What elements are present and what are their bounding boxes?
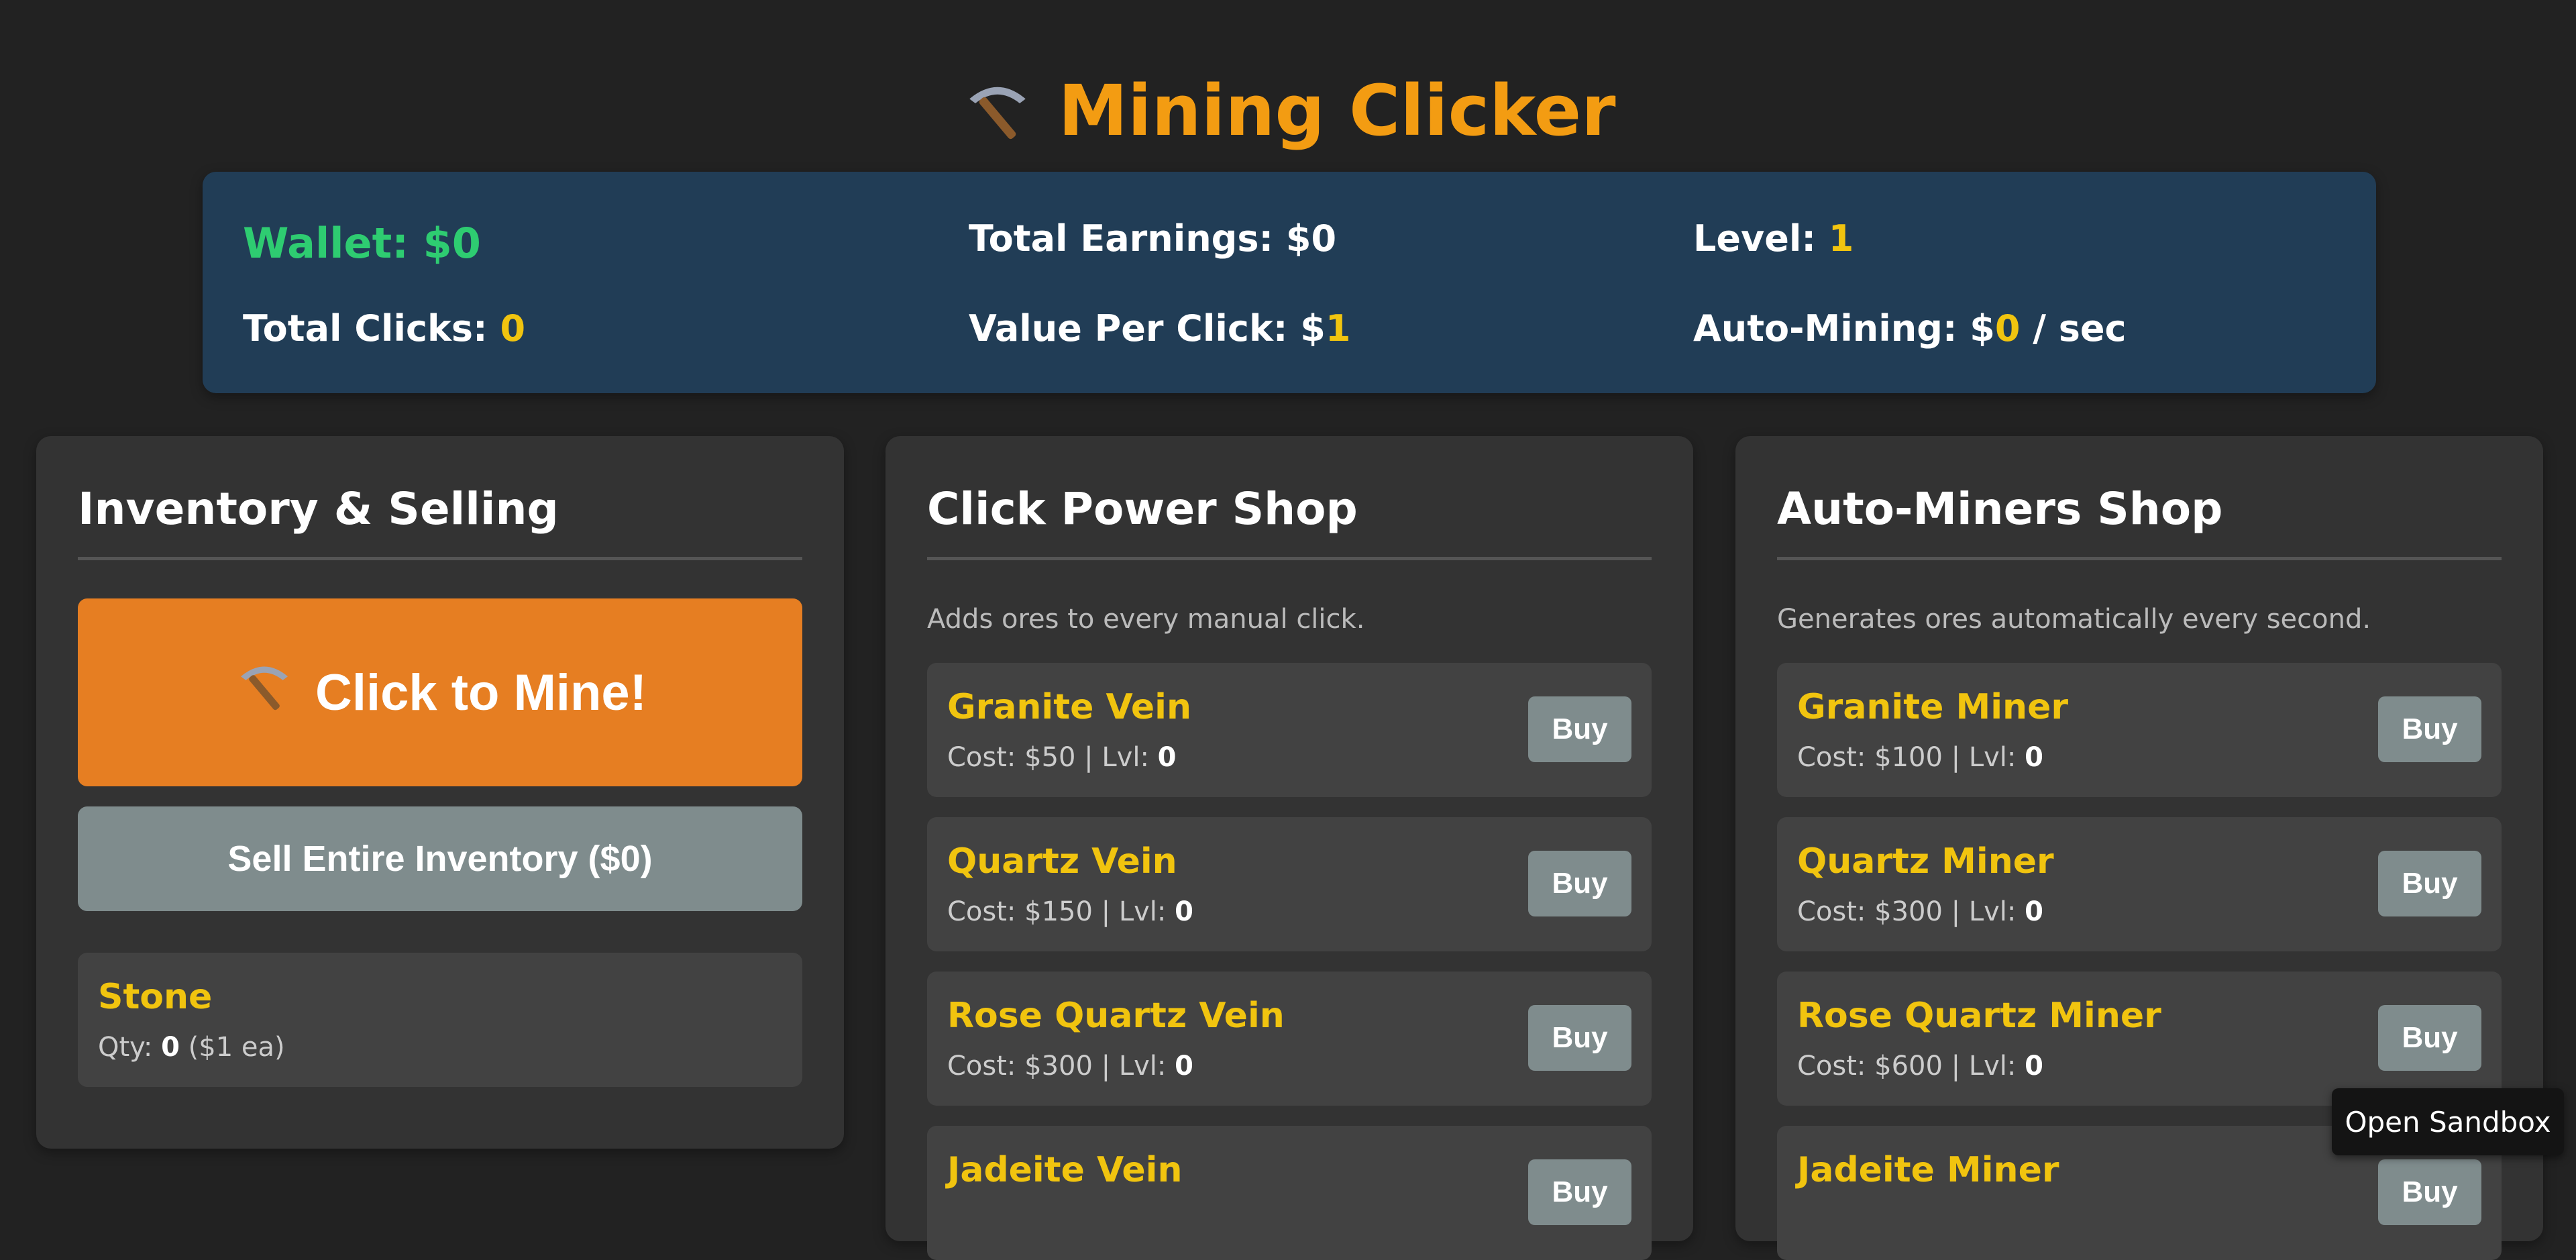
item-cost: Cost: $100 | Lvl: 0 xyxy=(1797,742,2043,773)
auto-shop-divider xyxy=(1777,557,2502,560)
mine-button-label: Click to Mine! xyxy=(315,664,647,721)
ore-qty-value: 0 xyxy=(161,1032,180,1063)
inventory-ore-card: Stone Qty: 0 ($1 ea) xyxy=(78,953,802,1087)
shop-item-quartz-vein: Quartz Vein Cost: $150 | Lvl: 0 Buy xyxy=(927,817,1652,951)
item-level: 0 xyxy=(2025,1051,2043,1082)
shop-item-quartz-miner: Quartz Miner Cost: $300 | Lvl: 0 Buy xyxy=(1777,817,2502,951)
item-cost: Cost: $300 | Lvl: 0 xyxy=(947,1051,1193,1082)
shop-item-rose-quartz-miner: Rose Quartz Miner Cost: $600 | Lvl: 0 Bu… xyxy=(1777,972,2502,1106)
buy-button[interactable]: Buy xyxy=(1528,1005,1631,1071)
inventory-panel: Inventory & Selling Click to Mine! Sell … xyxy=(36,436,844,1149)
total-earnings-stat: Total Earnings: $0 xyxy=(969,217,1336,260)
total-clicks-label: Total Clicks: xyxy=(243,307,500,350)
app-title: Mining Clicker xyxy=(1058,70,1616,152)
item-name: Granite Miner xyxy=(1797,687,2068,727)
buy-button[interactable]: Buy xyxy=(1528,696,1631,762)
auto-mining-stat: Auto-Mining: $0 / sec xyxy=(1693,307,2127,350)
item-cost-text: Cost: $50 | Lvl: xyxy=(947,742,1158,773)
shop-item-rose-quartz-vein: Rose Quartz Vein Cost: $300 | Lvl: 0 Buy xyxy=(927,972,1652,1106)
level-value: 1 xyxy=(1828,217,1854,260)
item-level: 0 xyxy=(1175,1051,1193,1082)
click-shop-title: Click Power Shop xyxy=(927,483,1358,535)
item-level: 0 xyxy=(1175,896,1193,927)
wallet-value: 0 xyxy=(451,219,481,268)
item-cost: Cost: $150 | Lvl: 0 xyxy=(947,896,1193,927)
ore-qty-label: Qty: xyxy=(98,1032,162,1063)
inventory-divider xyxy=(78,557,802,560)
click-shop-description: Adds ores to every manual click. xyxy=(927,604,1365,635)
wallet-stat: Wallet: $0 xyxy=(243,219,481,268)
value-per-click-value: 1 xyxy=(1325,307,1351,350)
total-earnings-label: Total Earnings: $ xyxy=(969,217,1311,260)
shop-item-jadeite-vein: Jadeite Vein Buy xyxy=(927,1126,1652,1260)
item-cost-text: Cost: $600 | Lvl: xyxy=(1797,1051,2025,1082)
open-sandbox-button[interactable]: Open Sandbox xyxy=(2332,1088,2564,1155)
item-cost-text: Cost: $150 | Lvl: xyxy=(947,896,1175,927)
item-name: Jadeite Vein xyxy=(947,1150,1183,1190)
level-label: Level: xyxy=(1693,217,1829,260)
buy-button[interactable]: Buy xyxy=(2378,851,2481,916)
mine-button[interactable]: Click to Mine! xyxy=(78,598,802,786)
item-cost: Cost: $50 | Lvl: 0 xyxy=(947,742,1176,773)
item-cost: Cost: $600 | Lvl: 0 xyxy=(1797,1051,2043,1082)
buy-button[interactable]: Buy xyxy=(1528,1159,1631,1225)
level-stat: Level: 1 xyxy=(1693,217,1854,260)
shop-item-granite-miner: Granite Miner Cost: $100 | Lvl: 0 Buy xyxy=(1777,663,2502,797)
pickaxe-icon xyxy=(233,655,295,729)
item-cost-text: Cost: $300 | Lvl: xyxy=(947,1051,1175,1082)
auto-shop-description: Generates ores automatically every secon… xyxy=(1777,604,2371,635)
buy-button[interactable]: Buy xyxy=(2378,1159,2481,1225)
pickaxe-icon xyxy=(961,74,1034,148)
wallet-label: Wallet: $ xyxy=(243,219,452,268)
item-name: Granite Vein xyxy=(947,687,1191,727)
item-cost-text: Cost: $300 | Lvl: xyxy=(1797,896,2025,927)
shop-item-granite-vein: Granite Vein Cost: $50 | Lvl: 0 Buy xyxy=(927,663,1652,797)
item-name: Quartz Miner xyxy=(1797,841,2054,882)
auto-mining-unit: / sec xyxy=(2020,307,2127,350)
total-earnings-value: 0 xyxy=(1311,217,1337,260)
auto-mining-label: Auto-Mining: $ xyxy=(1693,307,1995,350)
click-power-shop-panel: Click Power Shop Adds ores to every manu… xyxy=(885,436,1693,1260)
value-per-click-stat: Value Per Click: $1 xyxy=(969,307,1350,350)
total-clicks-value: 0 xyxy=(500,307,526,350)
item-name: Rose Quartz Miner xyxy=(1797,996,2161,1036)
buy-button[interactable]: Buy xyxy=(2378,696,2481,762)
stats-panel: Wallet: $0 Total Earnings: $0 Level: 1 T… xyxy=(203,172,2376,393)
item-cost: Cost: $300 | Lvl: 0 xyxy=(1797,896,2043,927)
inventory-title: Inventory & Selling xyxy=(78,483,559,535)
ore-name: Stone xyxy=(98,977,213,1017)
value-per-click-label: Value Per Click: $ xyxy=(969,307,1326,350)
buy-button[interactable]: Buy xyxy=(2378,1005,2481,1071)
ore-price-note: ($1 ea) xyxy=(179,1032,285,1063)
sell-inventory-button[interactable]: Sell Entire Inventory ($0) xyxy=(78,806,802,911)
auto-mining-value: 0 xyxy=(1994,307,2021,350)
auto-shop-title: Auto-Miners Shop xyxy=(1777,483,2223,535)
page-title: Mining Clicker xyxy=(0,64,2576,158)
item-level: 0 xyxy=(2025,896,2043,927)
buy-button[interactable]: Buy xyxy=(1528,851,1631,916)
total-clicks-stat: Total Clicks: 0 xyxy=(243,307,525,350)
item-level: 0 xyxy=(2025,742,2043,773)
item-name: Quartz Vein xyxy=(947,841,1177,882)
item-name: Rose Quartz Vein xyxy=(947,996,1285,1036)
ore-quantity: Qty: 0 ($1 ea) xyxy=(98,1032,285,1063)
item-level: 0 xyxy=(1157,742,1177,773)
click-shop-divider xyxy=(927,557,1652,560)
item-name: Jadeite Miner xyxy=(1797,1150,2059,1190)
item-cost-text: Cost: $100 | Lvl: xyxy=(1797,742,2025,773)
